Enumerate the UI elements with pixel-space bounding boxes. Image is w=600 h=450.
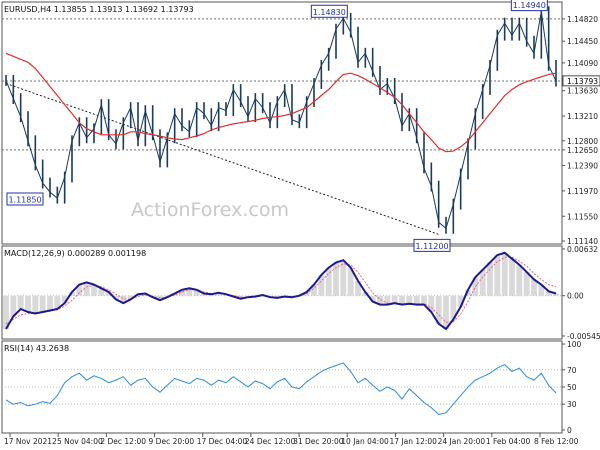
macd-histogram-bar: [523, 272, 530, 296]
macd-histogram-bar: [494, 255, 501, 296]
price-y-tick-label: 1.12800: [567, 137, 598, 146]
macd-histogram-bar: [340, 260, 347, 296]
macd-histogram-bar: [25, 295, 31, 312]
x-axis-tick-label: 24 Jan 20:00: [438, 437, 486, 446]
price-y-tick-label: 1.11550: [567, 212, 598, 221]
price-y-tick-label: 1.12650: [567, 146, 598, 155]
price-y-tick-label: 1.13630: [567, 87, 598, 96]
watermark: ActionForex.com: [131, 199, 289, 221]
chart-root: ActionForex.com 1.14830 1.14940 1.11850 1.11…: [0, 0, 600, 450]
rsi-y-tick-label: 100: [567, 340, 582, 349]
rsi-y-tick-label: 70: [567, 366, 577, 375]
macd-histogram-bar: [421, 295, 427, 305]
macd-panel-title: MACD(12,26,9) 0.000289 0.001198: [4, 249, 146, 258]
rsi-y-tick-label: 50: [567, 383, 577, 392]
x-axis-tick-label: 10 Jan 04:00: [341, 437, 389, 446]
macd-y-tick-label: 0.00632: [567, 245, 598, 254]
x-axis-tick-label: 8 Feb 12:00: [534, 437, 579, 446]
price-y-tick-label: 1.14090: [567, 59, 598, 68]
price-y-tick-label: 1.14820: [567, 15, 598, 24]
macd-histogram-bar: [406, 295, 413, 304]
x-axis-tick-label: 2 Dec 12:00: [100, 437, 146, 446]
x-axis-tick-label: 17 Jan 12:00: [389, 437, 437, 446]
price-annotation-label: 1.14830: [313, 8, 346, 17]
rsi-panel-title: RSI(14) 43.2638: [4, 344, 69, 353]
macd-histogram-bar: [501, 252, 508, 296]
current-price-label: 1.13793: [567, 77, 598, 86]
macd-y-tick-label: 0.00: [567, 292, 584, 301]
macd-histogram-bar: [391, 295, 398, 304]
x-axis-tick-label: 17 Nov 2021: [4, 437, 52, 446]
macd-histogram-bar: [516, 264, 523, 296]
macd-histogram-bar: [479, 269, 486, 296]
price-annotation-label: 1.14940: [513, 1, 546, 10]
macd-histogram-bar: [39, 295, 46, 312]
macd-histogram-bar: [509, 258, 515, 296]
rsi-y-tick-label: 0: [567, 426, 572, 435]
macd-histogram-bar: [32, 295, 39, 314]
x-axis-tick-label: 1 Feb 04:00: [486, 437, 531, 446]
price-y-tick-label: 1.13210: [567, 112, 598, 121]
price-panel-title: EURUSD,H4 1.13855 1.13913 1.13692 1.1379…: [4, 5, 194, 14]
price-annotation-label: 1.11200: [415, 242, 448, 251]
macd-histogram-bar: [47, 295, 53, 311]
price-annotation-label: 1.11850: [8, 196, 41, 205]
macd-histogram-bar: [413, 295, 420, 305]
x-axis-tick-label: 17 Dec 04:00: [197, 437, 248, 446]
x-axis-tick-label: 31 Dec 20:00: [293, 437, 344, 446]
macd-histogram-bar: [443, 295, 449, 329]
x-axis-tick-label: 9 Dec 20:00: [149, 437, 195, 446]
x-axis-tick-label: 25 Nov 04:00: [52, 437, 103, 446]
chart-svg: ActionForex.com 1.14830 1.14940 1.11850 1.11…: [1, 0, 600, 446]
price-y-tick-label: 1.12390: [567, 162, 598, 171]
macd-histogram-bar: [17, 295, 24, 310]
x-axis-tick-label: 24 Dec 12:00: [245, 437, 296, 446]
price-y-tick-label: 1.14450: [567, 37, 598, 46]
price-y-tick-label: 1.11970: [567, 187, 598, 196]
rsi-y-tick-label: 30: [567, 400, 577, 409]
